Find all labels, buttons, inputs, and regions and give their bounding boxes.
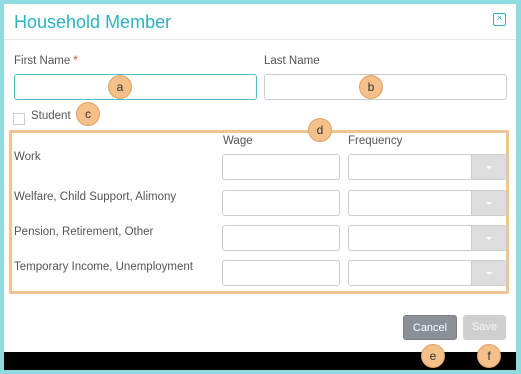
first-name-input[interactable] xyxy=(14,74,257,100)
wage-header: Wage xyxy=(223,135,253,147)
annotation-badge-b: b xyxy=(359,75,383,99)
frequency-header: Frequency xyxy=(348,135,403,147)
annotation-badge-a: a xyxy=(108,75,132,99)
last-name-input[interactable] xyxy=(264,74,507,100)
income-row-label: Temporary Income, Unemployment xyxy=(14,261,193,273)
save-button[interactable]: Save xyxy=(463,315,506,340)
annotation-badge-d: d xyxy=(308,118,332,142)
chevron-down-icon[interactable] xyxy=(471,155,506,179)
chevron-down-icon[interactable] xyxy=(471,226,506,250)
wage-input[interactable] xyxy=(222,225,340,251)
cancel-button[interactable]: Cancel xyxy=(403,315,457,340)
frequency-select[interactable] xyxy=(348,154,507,180)
frequency-select[interactable] xyxy=(348,190,507,216)
annotation-badge-c: c xyxy=(76,102,100,126)
chevron-down-icon[interactable] xyxy=(471,191,506,215)
close-icon[interactable]: × xyxy=(493,13,506,26)
income-row-label: Welfare, Child Support, Alimony xyxy=(14,191,177,203)
household-member-dialog: Household Member × First Name * Last Name… xyxy=(4,4,516,370)
dialog-title: Household Member xyxy=(14,12,172,32)
student-checkbox[interactable] xyxy=(13,113,25,125)
frequency-select[interactable] xyxy=(348,225,507,251)
annotation-badge-f: f xyxy=(477,344,501,368)
wage-input[interactable] xyxy=(222,260,340,286)
last-name-label: Last Name xyxy=(264,55,320,67)
chevron-down-icon[interactable] xyxy=(471,261,506,285)
wage-input[interactable] xyxy=(222,154,340,180)
required-marker: * xyxy=(73,55,78,67)
frequency-select[interactable] xyxy=(348,260,507,286)
wage-input[interactable] xyxy=(222,190,340,216)
header-divider xyxy=(4,39,516,40)
first-name-label: First Name * xyxy=(14,55,78,67)
first-name-label-text: First Name xyxy=(14,55,71,67)
student-label: Student xyxy=(31,110,71,122)
annotation-badge-e: e xyxy=(421,344,445,368)
income-row-label: Pension, Retirement, Other xyxy=(14,226,154,238)
income-row-label: Work xyxy=(14,151,41,163)
